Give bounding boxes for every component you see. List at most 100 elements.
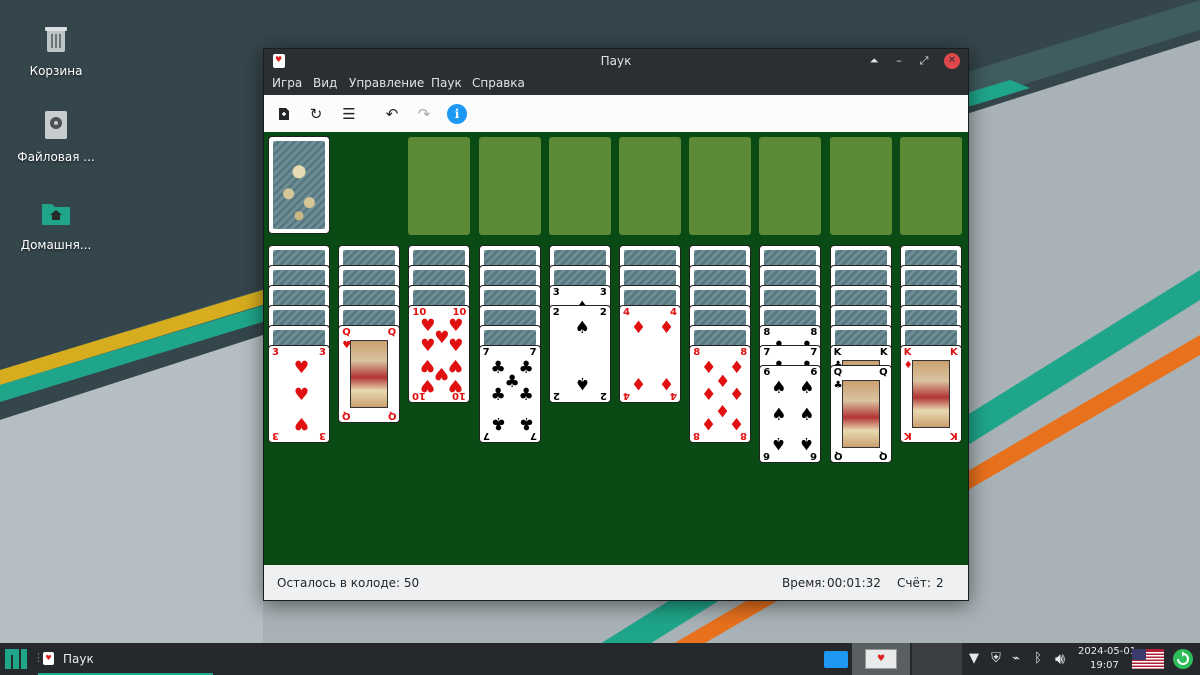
card-pip: ♠ [574, 373, 590, 393]
card-suit: ♦ [903, 360, 913, 371]
foundation-slot[interactable] [408, 137, 471, 235]
card-pip: ♦ [701, 413, 717, 433]
menu-help[interactable]: Справка [472, 76, 525, 90]
card-suit: ♣ [833, 380, 843, 391]
playing-card[interactable]: K K K K ♦ [899, 345, 962, 443]
menu-game[interactable]: Игра [272, 76, 302, 90]
card-suit: ♥ [342, 340, 352, 351]
card-pip: ♠ [799, 405, 815, 425]
card-pip: ♦ [658, 373, 675, 393]
court-figure-image [350, 340, 389, 408]
clipboard-icon[interactable]: ⌁ [1008, 651, 1024, 667]
playing-card[interactable]: Q Q Q Q ♥ [338, 325, 401, 423]
drive-icon [45, 111, 67, 139]
taskbar: ⋮ ♥ Паук ♥ ▼ ⛨ ⌁ ᛒ 🔊︎ 2024-05-01 19:07 [0, 643, 1200, 675]
list-icon[interactable]: ☰ [339, 104, 359, 124]
card-rank: 8 [693, 430, 701, 441]
task-spider[interactable]: Паук [63, 652, 94, 666]
foundation-slot[interactable] [478, 137, 541, 235]
card-pip: ♦ [630, 318, 647, 338]
card-rank: 8 [810, 327, 818, 338]
restart-icon[interactable]: ↻ [306, 104, 326, 124]
foundation-slot[interactable] [619, 137, 681, 235]
title-bar[interactable]: Паук ⏶ – ⤢ ✕ [264, 49, 968, 73]
desktop-icon-label: Домашня... [20, 238, 92, 252]
show-desktop-icon[interactable] [824, 651, 848, 668]
desktop-icon-filesystem[interactable]: Файловая ... [8, 108, 104, 164]
playing-card[interactable]: 2 2 2 2 ♠ ♠ [548, 305, 611, 403]
playing-card[interactable]: Q Q Q Q ♣ [829, 365, 892, 463]
shield-icon[interactable]: ⛨ [988, 651, 1004, 667]
menu-spider[interactable]: Паук [431, 76, 462, 90]
card-pip: ♠ [771, 433, 787, 453]
window-title: Паук [600, 54, 632, 68]
new-game-icon[interactable] [274, 104, 294, 124]
foundation-slot[interactable] [548, 137, 611, 235]
time-value: 00:01:32 [827, 576, 881, 590]
card-rank: 6 [763, 450, 771, 461]
foundation-slot[interactable] [759, 137, 822, 235]
foundation-slot[interactable] [899, 137, 962, 235]
redo-icon[interactable]: ↷ [414, 104, 434, 124]
playing-card[interactable]: 8 8 8 8 ♦ ♦ ♦ ♦ ♦ ♦ ♦ ♦ [689, 345, 752, 443]
foundation-slot[interactable] [689, 137, 752, 235]
card-pip: ♣ [518, 385, 534, 405]
playing-card[interactable]: 7777♣♣♣♣♣♣♣ [478, 345, 541, 443]
network-icon[interactable]: ▼ [966, 651, 982, 667]
card-rank: 6 [810, 367, 818, 378]
close-icon[interactable]: ✕ [944, 53, 960, 69]
card-pip: ♥ [448, 336, 464, 356]
card-pip: ♠ [799, 433, 815, 453]
desktop-icon-trash[interactable]: Корзина [8, 22, 104, 78]
update-icon[interactable] [1172, 648, 1194, 670]
card-rank: Q [342, 327, 351, 338]
score-label: Счёт: [897, 576, 931, 590]
undo-icon[interactable]: ↶ [382, 104, 402, 124]
foundation-slot[interactable] [829, 137, 892, 235]
menu-view[interactable]: Вид [313, 76, 337, 90]
court-figure-image [911, 360, 950, 428]
pager-window-icon: ♥ [865, 649, 897, 669]
card-rank: Q [387, 410, 397, 421]
maximize-icon[interactable]: ⤢ [916, 53, 932, 69]
playing-card[interactable]: 3 3 3 3 ♥ ♥ ♥ [268, 345, 330, 443]
menu-bar: Игра Вид Управление Паук Справка [264, 73, 968, 95]
menu-control[interactable]: Управление [349, 76, 424, 90]
info-icon[interactable]: i [447, 104, 467, 124]
stock-pile[interactable] [268, 136, 330, 234]
card-rank: 3 [272, 347, 279, 358]
bluetooth-icon[interactable]: ᛒ [1030, 651, 1046, 667]
playing-card[interactable]: 6 6 6 6 ♠ ♠ ♠ ♠ ♠ ♠ [759, 365, 822, 463]
card-rank: K [903, 430, 912, 441]
keep-above-icon[interactable]: ⏶ [866, 53, 882, 69]
pager-desktop-2[interactable] [912, 643, 962, 675]
stock-remaining: Осталось в колоде: 50 [277, 576, 420, 590]
card-pip: ♠ [771, 378, 787, 398]
playing-card[interactable]: 10 10 10 10 ♥ ♥ ♥ ♥ ♥ ♥ ♥ ♥ ♥ ♥ [408, 305, 471, 403]
task-app-icon: ♥ [43, 652, 54, 665]
playing-card[interactable]: 4 4 4 4 ♦ ♦ ♦ ♦ [619, 305, 681, 403]
clock-time[interactable]: 19:07 [1090, 660, 1119, 671]
card-pip: ♠ [771, 405, 787, 425]
card-pip: ♥ [293, 385, 310, 405]
card-rank: 3 [319, 347, 326, 358]
card-rank: 2 [599, 390, 607, 401]
app-launcher-icon[interactable] [4, 647, 28, 671]
card-rank: Q [387, 327, 397, 338]
card-rank: K [833, 347, 842, 358]
card-rank: 7 [482, 430, 490, 441]
card-rank: 4 [670, 307, 677, 318]
card-rank: 2 [552, 390, 560, 401]
card-pip: ♥ [293, 358, 310, 378]
keyboard-layout-flag-icon[interactable] [1132, 649, 1164, 669]
desktop-icon-home[interactable]: Домашня... [8, 196, 104, 252]
card-pip: ♦ [658, 318, 675, 338]
clock-date[interactable]: 2024-05-01 [1078, 646, 1136, 657]
minimize-icon[interactable]: – [891, 53, 907, 69]
volume-icon[interactable]: 🔊︎ [1052, 651, 1068, 667]
card-rank: 4 [623, 307, 630, 318]
card-rank: Q [879, 450, 888, 461]
card-pip: ♥ [448, 375, 464, 395]
desktop-icon-label: Файловая ... [17, 150, 95, 164]
card-pip: ♣ [490, 413, 506, 433]
